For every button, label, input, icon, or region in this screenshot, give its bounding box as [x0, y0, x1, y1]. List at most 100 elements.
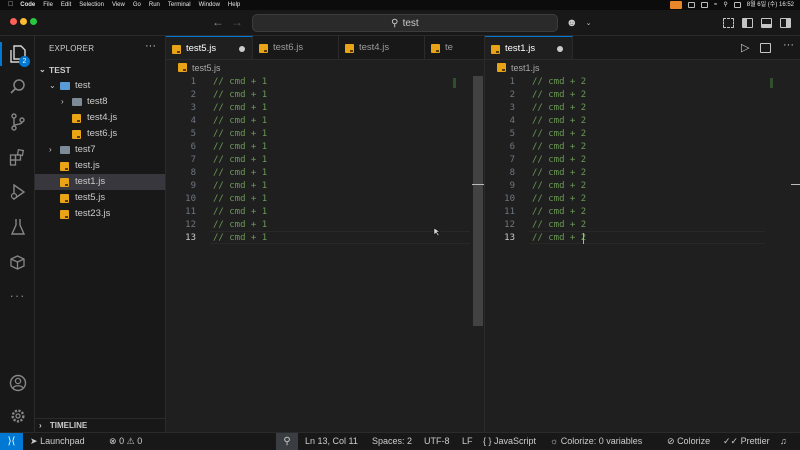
source-control-activity[interactable]	[0, 108, 35, 136]
scrollbar-left[interactable]	[473, 76, 483, 326]
tree-item[interactable]: › test7	[35, 142, 165, 158]
colorize-variables-button[interactable]: ☼ Colorize: 0 variables	[550, 433, 642, 450]
testing-activity[interactable]	[0, 213, 35, 241]
run-icon[interactable]: ▷	[741, 41, 749, 54]
menu-selection[interactable]: Selection	[79, 0, 104, 10]
battery-icon[interactable]	[701, 2, 709, 8]
menu-file[interactable]: File	[43, 0, 53, 10]
unsaved-dot-icon[interactable]	[557, 46, 563, 52]
code-line[interactable]: // cmd + 2	[532, 181, 586, 191]
toggle-secondary-sidebar-icon[interactable]	[780, 18, 791, 28]
prettier-button[interactable]: ✓✓ Prettier	[723, 433, 770, 450]
code-line[interactable]: // cmd + 1	[213, 103, 267, 113]
code-line[interactable]: // cmd + 2	[532, 233, 586, 243]
code-line[interactable]: // cmd + 1	[213, 168, 267, 178]
arrow-left-icon[interactable]: ←	[212, 15, 224, 29]
code-line[interactable]: // cmd + 2	[532, 207, 586, 217]
code-line[interactable]: // cmd + 1	[213, 142, 267, 152]
menu-terminal[interactable]: Terminal	[168, 0, 191, 10]
code-line[interactable]: // cmd + 2	[532, 142, 586, 152]
code-line[interactable]: // cmd + 1	[213, 77, 267, 87]
code-line[interactable]: // cmd + 2	[532, 220, 586, 230]
menu-app-name[interactable]: Code	[20, 0, 35, 10]
code-line[interactable]: // cmd + 2	[532, 168, 586, 178]
menu-help[interactable]: Help	[228, 0, 240, 10]
code-line[interactable]: // cmd + 1	[213, 207, 267, 217]
code-line[interactable]: // cmd + 2	[532, 77, 586, 87]
zoom-window-button[interactable]	[30, 18, 37, 25]
tab-test4-js[interactable]: test4.js	[339, 36, 425, 59]
spotlight-icon[interactable]: ⚲	[723, 0, 727, 10]
run-debug-activity[interactable]	[0, 178, 35, 206]
cursor-position-button[interactable]: Ln 13, Col 11	[305, 433, 358, 450]
eol-button[interactable]: LF	[462, 433, 473, 450]
menu-edit[interactable]: Edit	[61, 0, 71, 10]
wifi-icon[interactable]: ≈	[714, 0, 717, 10]
code-line[interactable]: // cmd + 1	[213, 220, 267, 230]
manage-activity[interactable]	[0, 402, 35, 430]
command-center-search[interactable]: ⚲ test	[252, 14, 558, 32]
control-center-icon[interactable]	[733, 2, 741, 8]
language-mode-button[interactable]: { } JavaScript	[483, 433, 536, 450]
tree-item[interactable]: test5.js	[35, 190, 165, 206]
tree-item[interactable]: test1.js	[35, 174, 165, 190]
code-line[interactable]: // cmd + 1	[213, 129, 267, 139]
indentation-button[interactable]: Spaces: 2	[372, 433, 412, 450]
code-line[interactable]: // cmd + 1	[213, 194, 267, 204]
launchpad-button[interactable]: ➤ Launchpad	[30, 433, 85, 450]
code-line[interactable]: // cmd + 1	[213, 90, 267, 100]
copilot-button[interactable]: ☻ ⌄	[566, 16, 591, 30]
menu-go[interactable]: Go	[133, 0, 141, 10]
toggle-panel-icon[interactable]	[761, 18, 772, 28]
code-line[interactable]: // cmd + 1	[213, 116, 267, 126]
remote-indicator-button[interactable]: ⟩⟨	[0, 433, 23, 450]
apple-icon[interactable]: 	[8, 0, 13, 10]
split-editor-icon[interactable]	[760, 43, 771, 53]
recording-indicator-icon[interactable]	[670, 1, 683, 9]
minimize-window-button[interactable]	[20, 18, 27, 25]
tab-test6-js[interactable]: test6.js	[253, 36, 339, 59]
menu-view[interactable]: View	[112, 0, 125, 10]
more-actions-icon[interactable]: ···	[783, 39, 794, 51]
search-activity[interactable]	[0, 73, 35, 101]
menu-window[interactable]: Window	[199, 0, 220, 10]
zoom-button[interactable]: ⚲	[276, 433, 298, 450]
toggle-primary-sidebar-icon[interactable]	[742, 18, 753, 28]
menu-run[interactable]: Run	[149, 0, 160, 10]
tree-item[interactable]: ⌄ test	[35, 78, 165, 94]
extensions-activity[interactable]	[0, 143, 35, 171]
code-line[interactable]: // cmd + 1	[213, 233, 267, 243]
breadcrumb-right[interactable]: test1.js	[485, 60, 540, 76]
breadcrumb-left[interactable]: test5.js	[166, 60, 221, 76]
tree-item[interactable]: test6.js	[35, 126, 165, 142]
workspace-root[interactable]: ⌄ TEST	[35, 62, 165, 78]
code-line[interactable]: // cmd + 1	[213, 181, 267, 191]
tab-test5-js[interactable]: test5.js	[166, 36, 253, 59]
tab-truncated[interactable]: te	[425, 36, 484, 59]
timeline-section[interactable]: › TIMELINE	[35, 418, 165, 432]
menubar-clock[interactable]: 8월 6일 (수) 16:52	[747, 0, 794, 10]
display-icon[interactable]	[688, 2, 696, 8]
code-line[interactable]: // cmd + 2	[532, 103, 586, 113]
code-line[interactable]: // cmd + 2	[532, 90, 586, 100]
accounts-activity[interactable]	[0, 369, 35, 397]
code-line[interactable]: // cmd + 2	[532, 129, 586, 139]
notifications-bell-icon[interactable]: ♫	[780, 433, 787, 450]
encoding-button[interactable]: UTF-8	[424, 433, 450, 450]
arrow-right-icon[interactable]: →	[231, 15, 243, 29]
explorer-activity[interactable]: 2	[0, 40, 35, 68]
tree-item[interactable]: test.js	[35, 158, 165, 174]
more-activities-icon[interactable]: ···	[0, 281, 35, 309]
remote-explorer-activity[interactable]	[0, 248, 35, 276]
code-line[interactable]: // cmd + 1	[213, 155, 267, 165]
tree-item[interactable]: test23.js	[35, 206, 165, 222]
code-line[interactable]: // cmd + 2	[532, 194, 586, 204]
unsaved-dot-icon[interactable]	[239, 46, 245, 52]
customize-layout-icon[interactable]	[723, 18, 734, 28]
close-window-button[interactable]	[10, 18, 17, 25]
colorize-button[interactable]: ⊘ Colorize	[667, 433, 710, 450]
more-actions-icon[interactable]: ···	[145, 40, 156, 52]
code-line[interactable]: // cmd + 2	[532, 116, 586, 126]
tree-item[interactable]: test4.js	[35, 110, 165, 126]
code-line[interactable]: // cmd + 2	[532, 155, 586, 165]
